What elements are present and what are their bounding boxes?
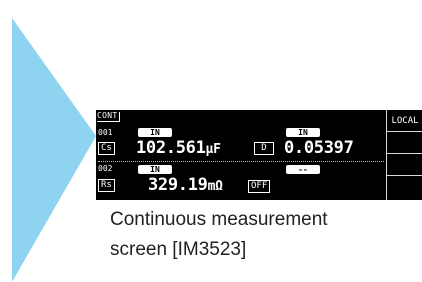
local-button[interactable]: LOCAL [387,110,422,132]
softkey-3[interactable] [387,154,422,176]
callout-pointer [12,18,96,282]
primary-value: 329.19mΩ [148,176,223,196]
judge-badge-primary: IN [138,128,172,137]
secondary-param-box: D [254,142,274,155]
judge-badge-primary: IN [138,165,172,174]
primary-value-unit: μF [205,142,221,157]
caption-line-2: screen [IM3523] [110,239,247,260]
channel-number: 001 [98,128,113,137]
mode-tag: CONT [97,112,121,122]
channel-number: 002 [98,164,113,173]
secondary-param-off-box: OFF [248,180,271,193]
primary-param-box: Rs [98,179,115,192]
primary-value-number: 102.561 [136,138,206,158]
caption-line-1: Continuous measurement [110,209,328,230]
primary-value-unit: mΩ [207,179,223,194]
softkey-panel: LOCAL [386,110,422,200]
softkey-2[interactable] [387,132,422,154]
softkey-4[interactable] [387,176,422,198]
channel-divider [98,161,384,162]
secondary-value: 0.05397 [284,138,354,158]
primary-value-number: 329.19 [148,175,208,195]
judge-badge-secondary: -- [286,165,320,174]
instrument-screen: CONT 001 IN IN Cs 102.561μF D 0.05397 00… [96,110,422,200]
primary-param-box: Cs [98,142,115,155]
judge-badge-secondary: IN [286,128,320,137]
primary-value: 102.561μF [136,139,221,159]
